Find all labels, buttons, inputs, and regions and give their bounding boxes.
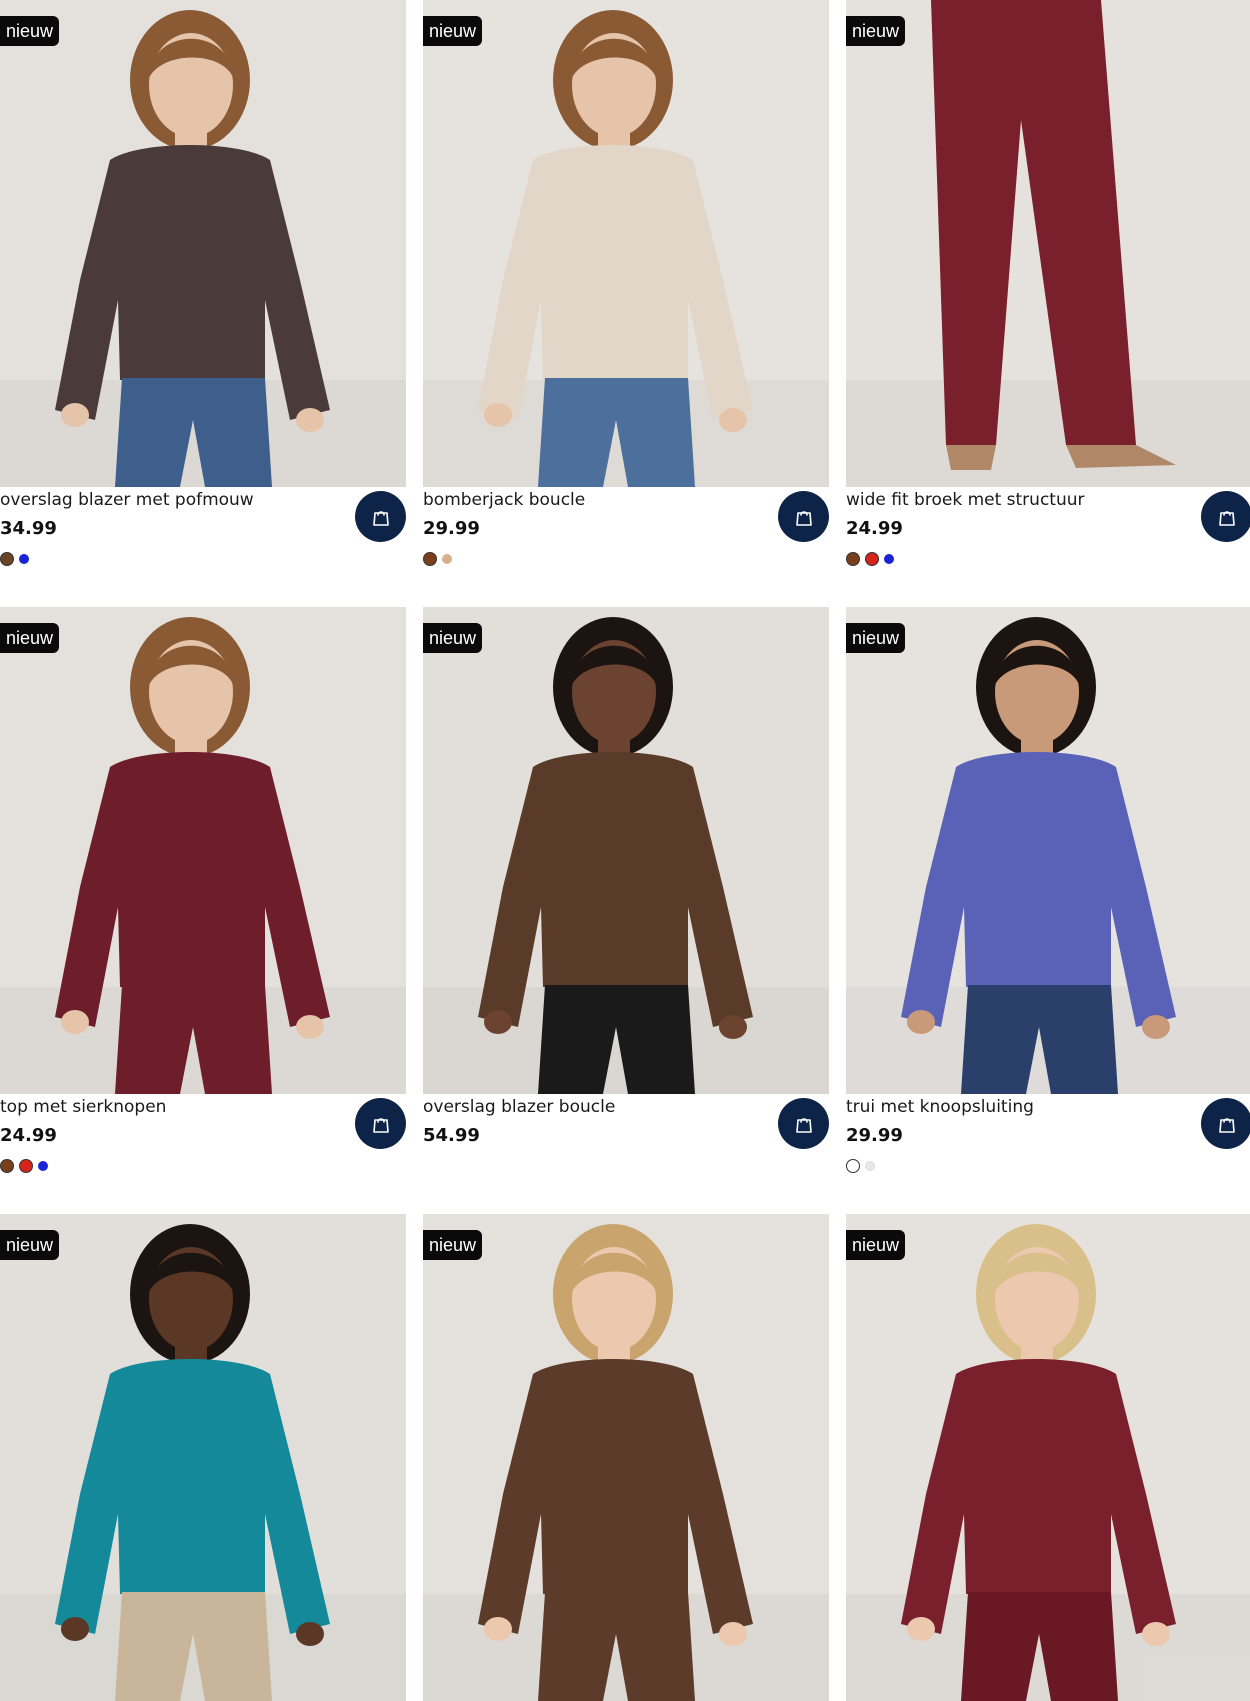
color-swatch[interactable]: [0, 552, 14, 566]
product-price: 29.99: [423, 518, 480, 539]
new-badge: nieuw: [0, 1230, 60, 1260]
product-price: 34.99: [0, 518, 57, 539]
product-image[interactable]: [423, 0, 829, 487]
color-swatches: [0, 1158, 48, 1174]
model-photo-illustration: [846, 607, 1250, 1094]
new-badge: nieuw: [0, 623, 60, 653]
shopping-bag-icon: [795, 1117, 812, 1133]
product-card[interactable]: nieuw overslag blazer met pofmouw 34.99: [0, 0, 406, 607]
add-to-cart-button[interactable]: [778, 491, 829, 542]
model-photo-illustration: [423, 0, 829, 487]
color-swatch[interactable]: [865, 1161, 875, 1171]
product-card[interactable]: nieuw top met sierknopen 24.99: [0, 607, 406, 1214]
product-image[interactable]: [423, 607, 829, 1094]
add-to-cart-button[interactable]: [1201, 491, 1250, 542]
product-image[interactable]: [846, 607, 1250, 1094]
product-price: 24.99: [0, 1125, 57, 1146]
add-to-cart-button[interactable]: [355, 1098, 406, 1149]
product-card[interactable]: nieuw bomberjack boucle 29.99: [423, 0, 829, 607]
model-photo-illustration: [846, 1214, 1250, 1701]
product-card[interactable]: nieuw wide fit broek met structuur 24.99: [846, 0, 1250, 607]
product-card[interactable]: nieuw: [423, 1214, 829, 1701]
color-swatches: [423, 551, 452, 567]
add-to-cart-button[interactable]: [355, 491, 406, 542]
shopping-bag-icon: [372, 510, 389, 526]
model-photo-illustration: [0, 1214, 406, 1701]
product-image[interactable]: [0, 607, 406, 1094]
product-price: 54.99: [423, 1125, 480, 1146]
model-photo-illustration: [846, 0, 1250, 487]
color-swatch[interactable]: [865, 552, 879, 566]
color-swatch[interactable]: [423, 552, 437, 566]
color-swatch[interactable]: [0, 1159, 14, 1173]
model-photo-illustration: [423, 1214, 829, 1701]
new-badge: nieuw: [423, 1230, 483, 1260]
product-price: 24.99: [846, 518, 903, 539]
new-badge: nieuw: [0, 16, 60, 46]
model-photo-illustration: [423, 607, 829, 1094]
color-swatch[interactable]: [38, 1161, 48, 1171]
color-swatch[interactable]: [19, 1159, 33, 1173]
color-swatch[interactable]: [846, 1159, 860, 1173]
model-photo-illustration: [0, 0, 406, 487]
product-title[interactable]: overslag blazer boucle: [423, 1097, 615, 1117]
color-swatch[interactable]: [442, 554, 452, 564]
product-image[interactable]: [846, 1214, 1250, 1701]
product-image[interactable]: [0, 0, 406, 487]
color-swatches: [846, 1158, 875, 1174]
new-badge: nieuw: [846, 16, 906, 46]
new-badge: nieuw: [423, 623, 483, 653]
product-title[interactable]: bomberjack boucle: [423, 490, 585, 510]
product-card[interactable]: nieuw trui met knoopsluiting 29.99: [846, 607, 1250, 1214]
color-swatches: [846, 551, 894, 567]
product-image[interactable]: [0, 1214, 406, 1701]
shopping-bag-icon: [795, 510, 812, 526]
product-title[interactable]: wide fit broek met structuur: [846, 490, 1085, 510]
new-badge: nieuw: [423, 16, 483, 46]
product-price: 29.99: [846, 1125, 903, 1146]
color-swatch[interactable]: [884, 554, 894, 564]
add-to-cart-button[interactable]: [778, 1098, 829, 1149]
add-to-cart-button[interactable]: [1201, 1098, 1250, 1149]
color-swatch[interactable]: [846, 552, 860, 566]
new-badge: nieuw: [846, 1230, 906, 1260]
product-image[interactable]: [846, 0, 1250, 487]
color-swatch[interactable]: [19, 554, 29, 564]
shopping-bag-icon: [1218, 510, 1235, 526]
shopping-bag-icon: [1218, 1117, 1235, 1133]
product-title[interactable]: overslag blazer met pofmouw: [0, 490, 254, 510]
product-card[interactable]: nieuw overslag blazer boucle 54.99: [423, 607, 829, 1214]
product-card[interactable]: nieuw: [846, 1214, 1250, 1701]
color-swatches: [0, 551, 29, 567]
product-title[interactable]: top met sierknopen: [0, 1097, 166, 1117]
product-card[interactable]: nieuw: [0, 1214, 406, 1701]
new-badge: nieuw: [846, 623, 906, 653]
shopping-bag-icon: [372, 1117, 389, 1133]
model-photo-illustration: [0, 607, 406, 1094]
product-title[interactable]: trui met knoopsluiting: [846, 1097, 1034, 1117]
product-image[interactable]: [423, 1214, 829, 1701]
